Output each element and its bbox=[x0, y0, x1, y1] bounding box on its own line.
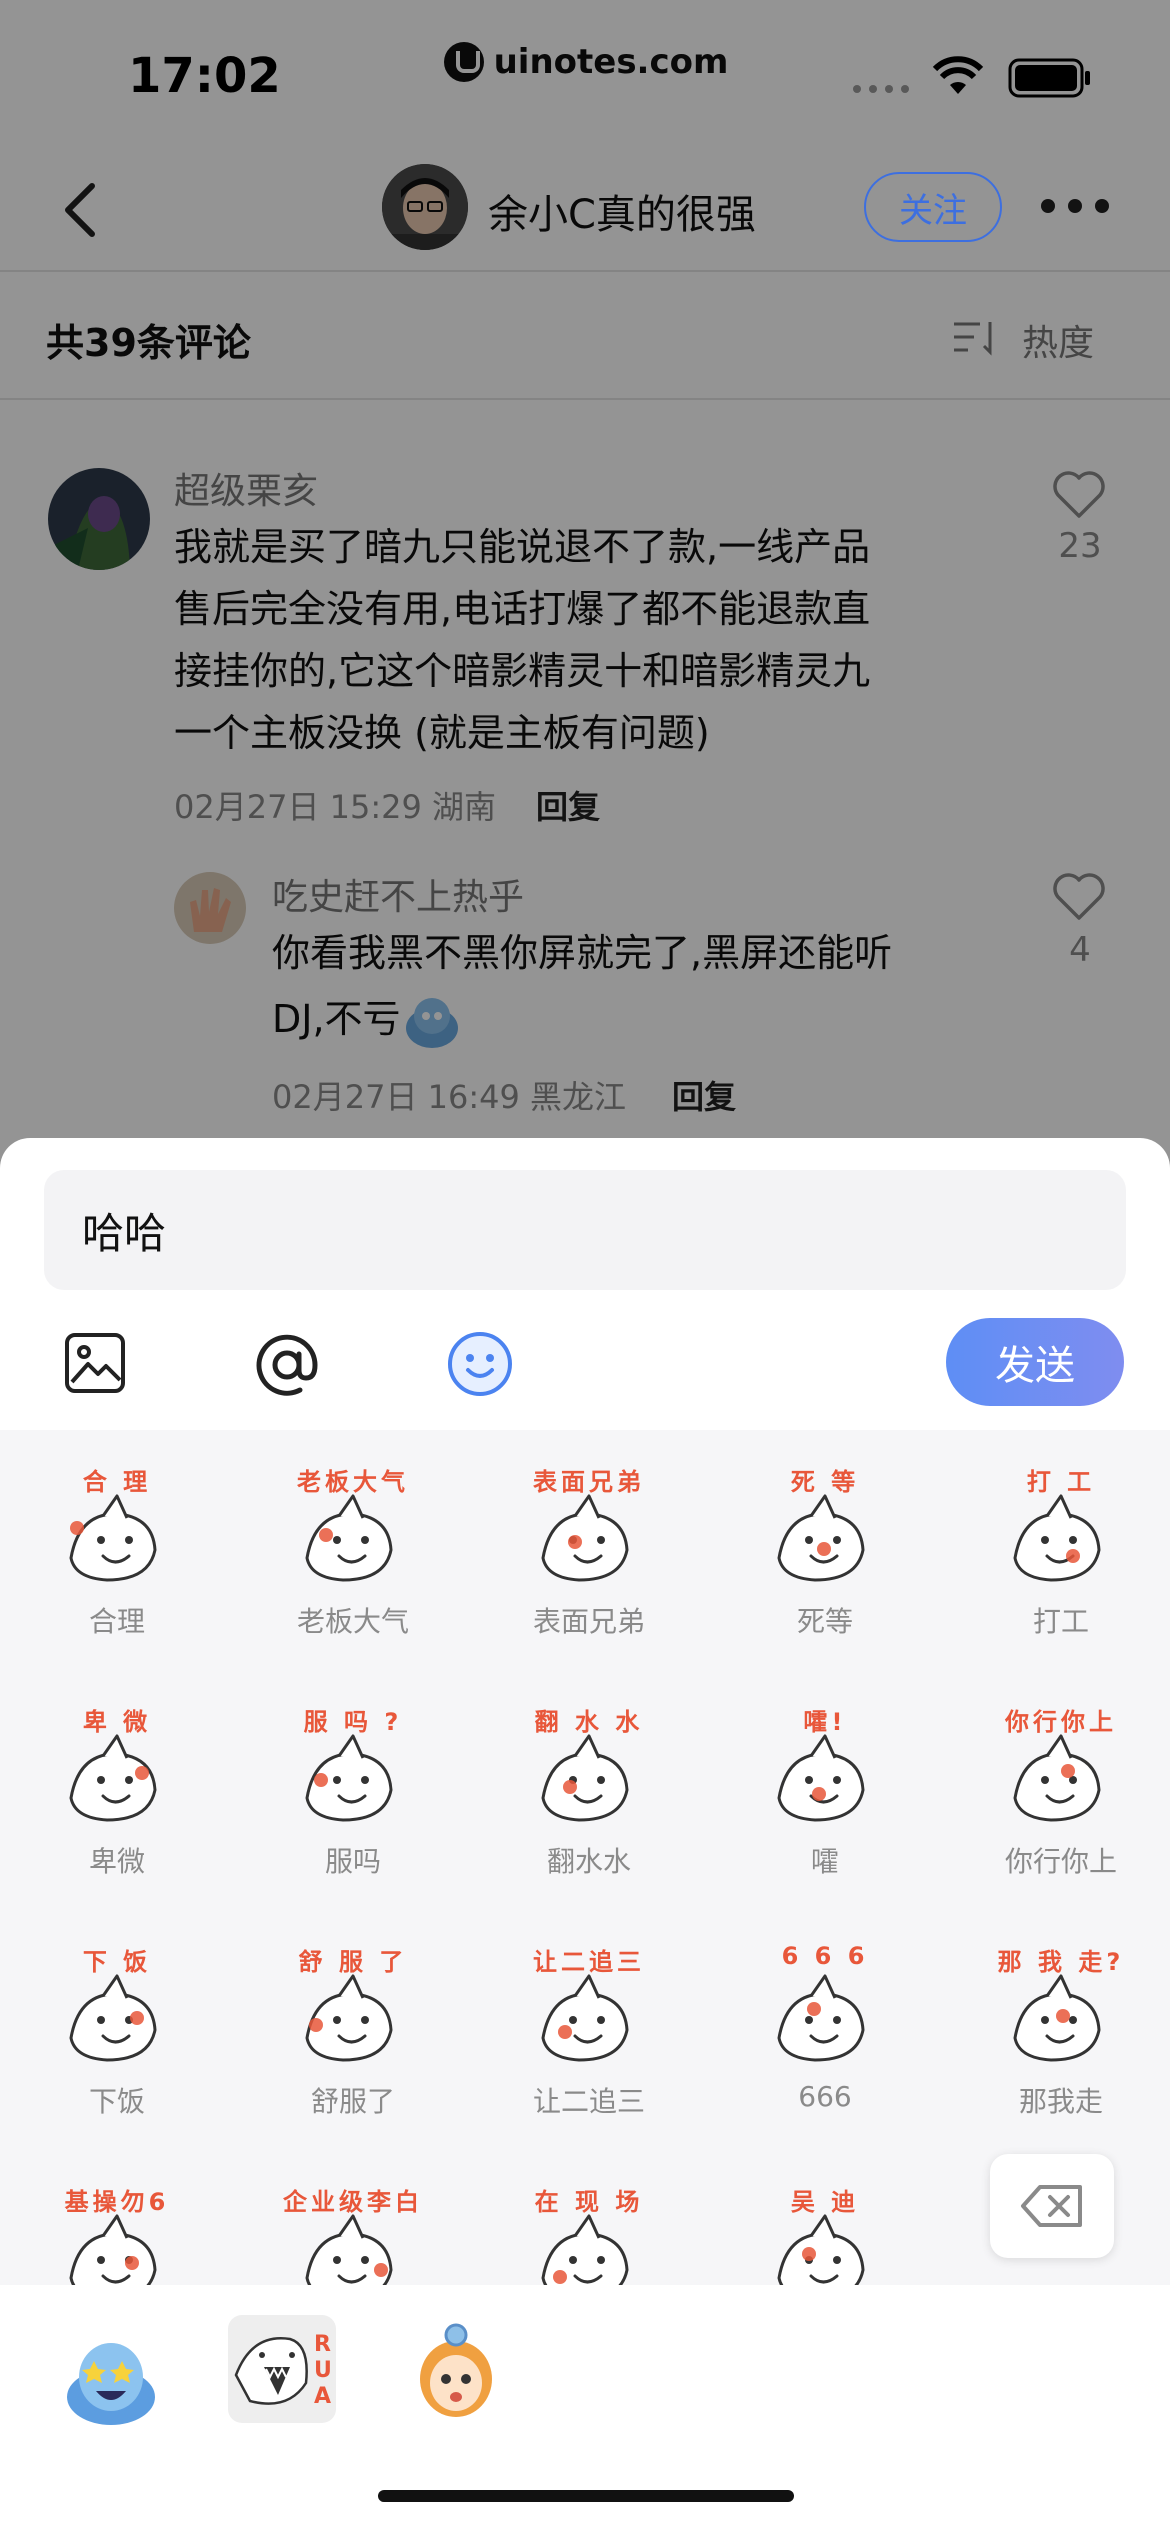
sticker-item[interactable]: 老板大气 老板大气 bbox=[236, 1430, 470, 1670]
sticker-item[interactable]: 死 等死等 bbox=[708, 1430, 942, 1670]
sticker-label: 卑微 bbox=[88, 1845, 145, 1878]
shark-sticker-icon bbox=[541, 1974, 629, 2062]
sticker-label: 你行你上 bbox=[1004, 1845, 1117, 1878]
sticker-label: 让二追三 bbox=[532, 2085, 645, 2118]
shark-sticker-icon bbox=[777, 1974, 865, 2062]
sticker-item[interactable]: 表面兄弟 表面兄弟 bbox=[472, 1430, 706, 1670]
shark-sticker-icon bbox=[777, 2214, 865, 2285]
modal-dim-overlay[interactable] bbox=[0, 0, 1170, 1160]
sticker-item[interactable]: 吴 迪 bbox=[708, 2150, 942, 2285]
sticker-item[interactable]: 基操勿6 bbox=[0, 2150, 234, 2285]
image-icon[interactable] bbox=[64, 1332, 126, 1394]
shark-sticker-icon bbox=[69, 1734, 157, 1822]
shark-sticker-icon bbox=[305, 1494, 393, 1582]
follow-button[interactable]: 关注 bbox=[864, 172, 1002, 242]
shark-sticker-icon bbox=[541, 1494, 629, 1582]
sticker-label: 老板大气 bbox=[296, 1605, 409, 1638]
sticker-item[interactable]: 合 理合理 bbox=[0, 1430, 234, 1670]
sticker-item[interactable]: 嚯! 嚯 bbox=[708, 1670, 942, 1910]
svg-text:U: U bbox=[314, 2358, 332, 2383]
shark-sticker-icon bbox=[777, 1494, 865, 1582]
sticker-item[interactable]: 企业级李白 bbox=[236, 2150, 470, 2285]
shark-sticker-icon bbox=[305, 1734, 393, 1822]
shark-sticker-icon bbox=[1013, 1494, 1101, 1582]
shark-sticker-icon bbox=[69, 1974, 157, 2062]
sticker-item[interactable]: 翻 水 水翻水水 bbox=[472, 1670, 706, 1910]
shark-sticker-icon bbox=[541, 1734, 629, 1822]
shark-sticker-icon bbox=[777, 1734, 865, 1822]
shark-sticker-icon: R U A bbox=[234, 2332, 332, 2409]
sticker-label: 舒服了 bbox=[310, 2085, 395, 2118]
sticker-grid: 合 理合理 老板大气 老板大气 表面兄弟 表面兄弟死 等死等打 工打工卑 微卑微服 吗 … bbox=[0, 1430, 1170, 2285]
send-button[interactable]: 发送 bbox=[946, 1318, 1124, 1406]
sticker-label: 那我走 bbox=[1018, 2085, 1103, 2118]
girl-sticker-pack-tab[interactable] bbox=[404, 2321, 508, 2425]
at-icon[interactable] bbox=[254, 1332, 320, 1398]
backspace-icon bbox=[1021, 2185, 1082, 2227]
emoji-icon[interactable] bbox=[446, 1330, 514, 1398]
shark-sticker-icon bbox=[69, 2214, 157, 2285]
sticker-label: 翻水水 bbox=[546, 1845, 631, 1878]
blob-sticker-pack-tab[interactable] bbox=[56, 2325, 166, 2435]
sticker-item[interactable]: 6 6 6 666 bbox=[708, 1910, 942, 2150]
sticker-label: 死等 bbox=[796, 1605, 853, 1638]
sticker-item[interactable]: 服 吗 ? 服吗 bbox=[236, 1670, 470, 1910]
sticker-art-text: 6 6 6 bbox=[781, 1942, 869, 1970]
shark-sticker-icon bbox=[1013, 1974, 1101, 2062]
shark-sticker-icon bbox=[1013, 1734, 1101, 1822]
svg-text:A: A bbox=[314, 2384, 331, 2409]
backspace-button[interactable] bbox=[990, 2154, 1114, 2258]
sticker-item[interactable]: 那 我 走? 那我走 bbox=[944, 1910, 1170, 2150]
sticker-label: 打工 bbox=[1032, 1605, 1089, 1638]
sticker-item[interactable]: 你行你上 你行你上 bbox=[944, 1670, 1170, 1910]
sticker-label: 服吗 bbox=[324, 1845, 381, 1878]
sticker-item[interactable]: 卑 微卑微 bbox=[0, 1670, 234, 1910]
sticker-item[interactable]: 舒 服 了舒服了 bbox=[236, 1910, 470, 2150]
shark-sticker-icon bbox=[305, 1974, 393, 2062]
shark-sticker-icon bbox=[69, 1494, 157, 1582]
sticker-item[interactable]: 下 饭下饭 bbox=[0, 1910, 234, 2150]
shark-sticker-icon bbox=[541, 2214, 629, 2285]
home-indicator bbox=[378, 2490, 794, 2502]
sticker-label: 嚯 bbox=[810, 1845, 839, 1878]
sticker-label: 下饭 bbox=[88, 2085, 145, 2118]
blob-sticker-icon bbox=[67, 2343, 155, 2425]
comment-input[interactable]: 哈哈 bbox=[44, 1170, 1126, 1290]
shark-sticker-icon bbox=[305, 2214, 393, 2285]
sticker-label: 合理 bbox=[88, 1605, 145, 1638]
svg-text:R: R bbox=[314, 2332, 331, 2357]
sticker-label: 666 bbox=[798, 2080, 852, 2113]
sticker-item[interactable]: 让二追三 让二追三 bbox=[472, 1910, 706, 2150]
sticker-item[interactable]: 在 现 场 bbox=[472, 2150, 706, 2285]
shark-rua-sticker-pack-tab[interactable]: R U A bbox=[228, 2315, 336, 2423]
sticker-item[interactable]: 打 工打工 bbox=[944, 1430, 1170, 1670]
sticker-label: 表面兄弟 bbox=[532, 1605, 645, 1638]
girl-sticker-icon bbox=[420, 2323, 492, 2417]
